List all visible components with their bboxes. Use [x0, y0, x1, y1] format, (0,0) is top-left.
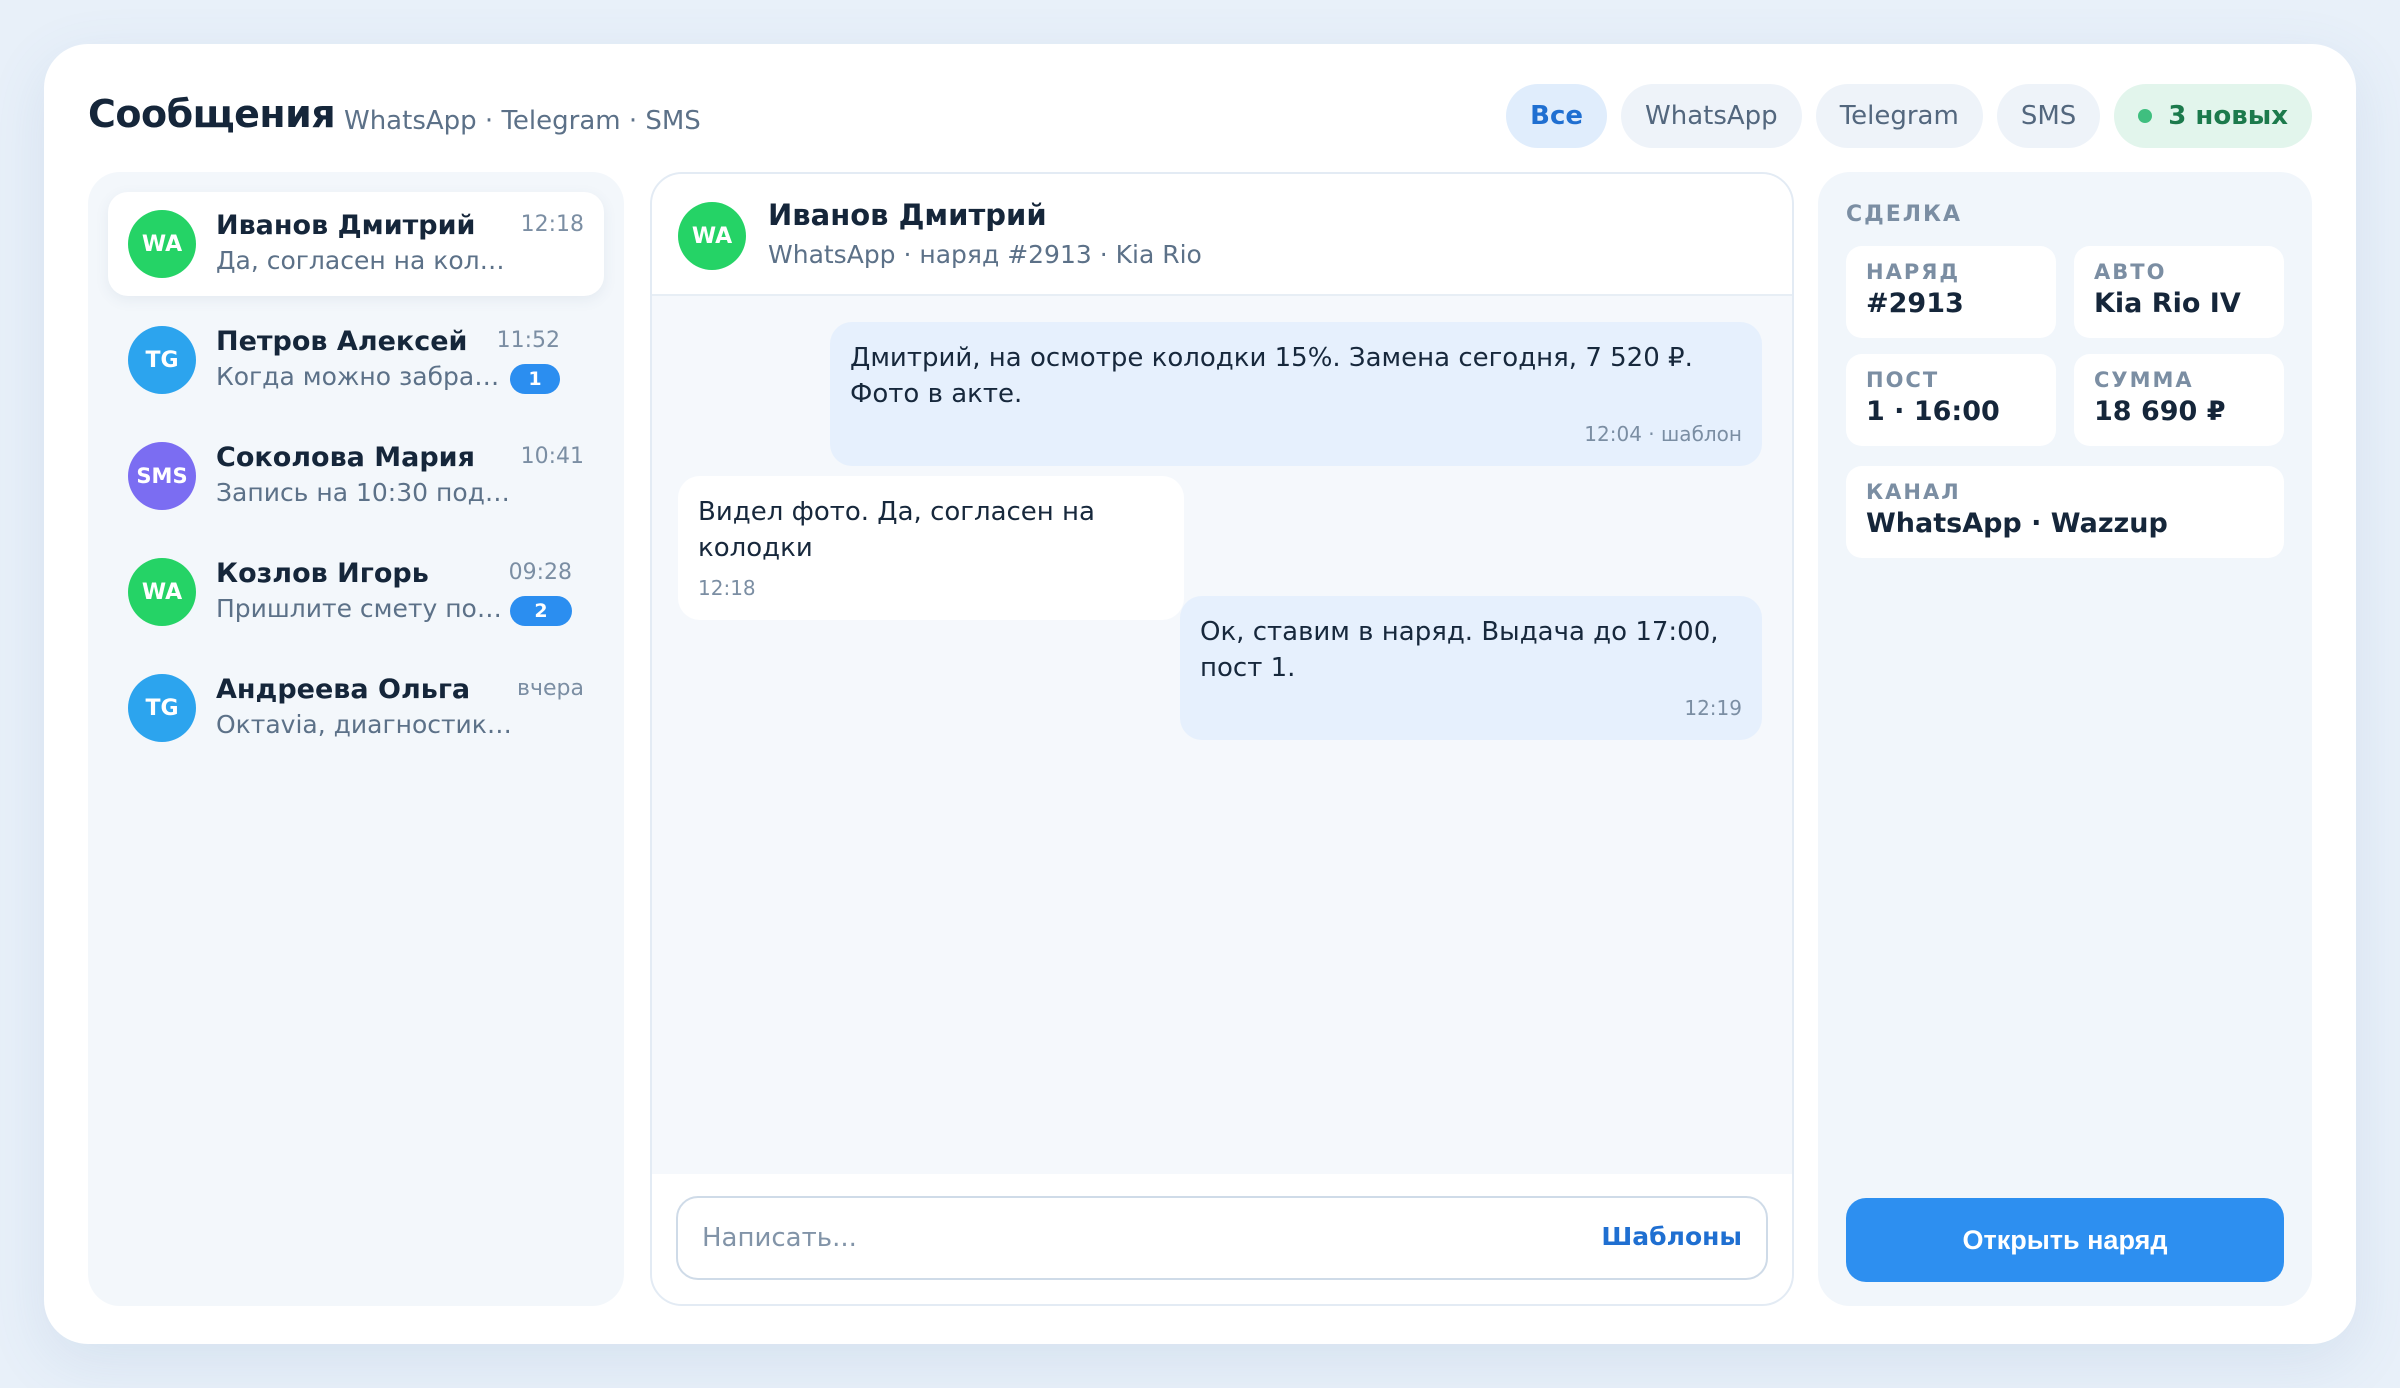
order-label: НАРЯД — [1866, 260, 1961, 284]
outgoing-message: Дмитрий, на осмотре колодки 15%. Замена … — [830, 322, 1762, 466]
message-time: 12:18 — [520, 212, 584, 237]
sum-label: СУММА — [2094, 368, 2194, 392]
filter-sms[interactable]: SMS — [1996, 84, 2101, 148]
order-tile: НАРЯД #2913 — [1846, 246, 2056, 338]
message-text: Дмитрий, на осмотре колодки 15%. Замена … — [850, 343, 1693, 409]
chat-footer: Шаблоны — [652, 1174, 1792, 1304]
filter-telegram[interactable]: Telegram — [1815, 84, 1983, 148]
page-subtitle: WhatsApp · Telegram · SMS — [344, 106, 701, 136]
templates-button[interactable]: Шаблоны — [1601, 1222, 1742, 1251]
messages-card: Сообщения WhatsApp · Telegram · SMS Все … — [44, 44, 2356, 1344]
message-preview: Запись на 10:30 подтв... — [216, 478, 516, 507]
message-preview: Пришлите смету по X5 — [216, 594, 506, 623]
message-preview: Когда можно забрать? — [216, 362, 506, 391]
post-tile: ПОСТ 1 · 16:00 — [1846, 354, 2056, 446]
open-order-button[interactable]: Открыть наряд — [1846, 1198, 2284, 1282]
avatar: TG — [128, 674, 196, 742]
avatar: WA — [128, 558, 196, 626]
car-value: Kia Rio IV — [2094, 288, 2241, 319]
message-thread: Дмитрий, на осмотре колодки 15%. Замена … — [652, 298, 1792, 1174]
message-time: 10:41 — [520, 444, 584, 469]
unread-badge: 1 — [510, 364, 560, 394]
channel-filters: Все WhatsApp Telegram SMS 3 новых — [1506, 84, 2312, 148]
contact-name: Козлов Игорь — [216, 558, 429, 589]
conversation-item[interactable]: WA Козлов Игорь Пришлите смету по X5 09:… — [108, 540, 604, 644]
message-time: 12:18 — [698, 576, 756, 600]
channel-value: WhatsApp · Wazzup — [1866, 508, 2168, 539]
contact-name: Соколова Мария — [216, 442, 475, 473]
post-label: ПОСТ — [1866, 368, 1940, 392]
message-time: 11:52 — [496, 328, 560, 353]
page-title: Сообщения — [88, 92, 336, 136]
deal-section-title: СДЕЛКА — [1846, 202, 1963, 227]
avatar: SMS — [128, 442, 196, 510]
conversation-list: WA Иванов Дмитрий Да, согласен на колод.… — [88, 172, 624, 1306]
message-time: вчера — [517, 676, 584, 701]
car-tile: АВТО Kia Rio IV — [2074, 246, 2284, 338]
order-value: #2913 — [1866, 288, 1964, 319]
avatar: WA — [128, 210, 196, 278]
message-preview: Да, согласен на колод... — [216, 246, 516, 275]
chat-header: WA Иванов Дмитрий WhatsApp · наряд #2913… — [652, 174, 1792, 296]
channel-label: КАНАЛ — [1866, 480, 1961, 504]
conversation-item[interactable]: WA Иванов Дмитрий Да, согласен на колод.… — [108, 192, 604, 296]
filter-whatsapp[interactable]: WhatsApp — [1621, 84, 1802, 148]
contact-name: Иванов Дмитрий — [216, 210, 476, 241]
new-count-label: 3 новых — [2168, 101, 2288, 131]
avatar: TG — [128, 326, 196, 394]
conversation-item[interactable]: TG Петров Алексей Когда можно забрать? 1… — [108, 308, 604, 412]
incoming-message: Видел фото. Да, согласен на колодки 12:1… — [678, 476, 1184, 620]
deal-panel: СДЕЛКА НАРЯД #2913 АВТО Kia Rio IV ПОСТ … — [1818, 172, 2312, 1306]
unread-badge: 2 — [510, 596, 572, 626]
message-text: Ок, ставим в наряд. Выдача до 17:00, пос… — [1200, 617, 1719, 683]
conversation-item[interactable]: TG Андреева Ольга Октavia, диагностика .… — [108, 656, 604, 760]
sum-value: 18 690 ₽ — [2094, 396, 2226, 427]
message-time: 12:04 · шаблон — [1584, 422, 1742, 446]
chat-context: WhatsApp · наряд #2913 · Kia Rio — [768, 240, 1202, 269]
message-composer: Шаблоны — [676, 1196, 1768, 1280]
contact-name: Андреева Ольга — [216, 674, 471, 705]
post-value: 1 · 16:00 — [1866, 396, 2000, 427]
channel-tile: КАНАЛ WhatsApp · Wazzup — [1846, 466, 2284, 558]
message-preview: Октavia, диагностика ... — [216, 710, 516, 739]
filter-all[interactable]: Все — [1506, 84, 1608, 148]
message-input[interactable] — [702, 1216, 1502, 1260]
sum-tile: СУММА 18 690 ₽ — [2074, 354, 2284, 446]
message-time: 12:19 — [1684, 696, 1742, 720]
avatar: WA — [678, 202, 746, 270]
message-time: 09:28 — [508, 560, 572, 585]
message-text: Видел фото. Да, согласен на колодки — [698, 497, 1095, 563]
outgoing-message: Ок, ставим в наряд. Выдача до 17:00, пос… — [1180, 596, 1762, 740]
conversation-item[interactable]: SMS Соколова Мария Запись на 10:30 подтв… — [108, 424, 604, 528]
car-label: АВТО — [2094, 260, 2167, 284]
status-dot-icon — [2138, 109, 2153, 123]
chat-panel: WA Иванов Дмитрий WhatsApp · наряд #2913… — [650, 172, 1794, 1306]
chat-contact-name: Иванов Дмитрий — [768, 198, 1047, 232]
contact-name: Петров Алексей — [216, 326, 468, 357]
new-messages-badge[interactable]: 3 новых — [2114, 84, 2312, 148]
